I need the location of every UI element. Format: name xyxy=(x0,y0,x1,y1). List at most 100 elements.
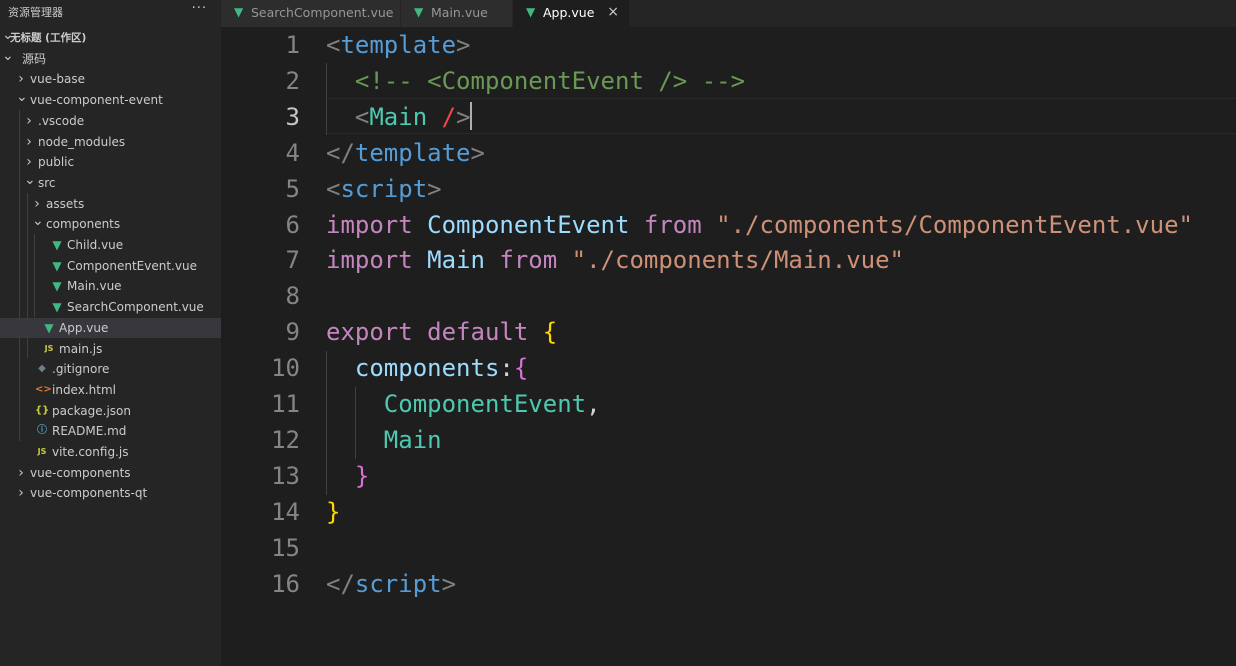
code-line: 2 <!-- <ComponentEvent /> --> xyxy=(221,63,1236,99)
tree-item-label: Child.vue xyxy=(67,238,124,252)
code-token: from xyxy=(499,246,558,275)
line-number: 11 xyxy=(271,390,300,418)
tab-searchcomponent-vue[interactable]: ▼ SearchComponent.vue xyxy=(221,0,401,27)
tree-item-label: vue-components xyxy=(30,465,131,480)
tree-folder[interactable]: › node_modules xyxy=(0,132,221,153)
git-file-icon: ◆ xyxy=(38,363,46,375)
code-token: import xyxy=(326,210,413,239)
tree-file[interactable]: ▼ ComponentEvent.vue xyxy=(0,256,221,277)
tree-folder[interactable]: › vue-base xyxy=(0,69,221,90)
code-line: 3 <Main /> xyxy=(221,99,1236,135)
code-token: { xyxy=(513,354,529,383)
tree-folder[interactable]: › vue-components xyxy=(0,463,221,484)
tree-item-label: package.json xyxy=(52,403,132,418)
tree-folder[interactable]: › public xyxy=(0,152,221,173)
code-token: <!-- <ComponentEvent /> --> xyxy=(354,66,746,95)
chevron-right-icon: › xyxy=(18,485,24,502)
code-token: } xyxy=(326,497,341,526)
ellipsis-icon[interactable]: ··· xyxy=(192,1,207,16)
tree-file[interactable]: <> index.html xyxy=(0,380,221,401)
code-token: from xyxy=(643,210,702,239)
code-line: 15 xyxy=(221,530,1236,566)
code-text: <!-- <ComponentEvent /> --> xyxy=(326,63,745,99)
code-editor[interactable]: 1 <template> 2 <!-- <ComponentEvent /> -->… xyxy=(221,27,1236,666)
tree-folder[interactable]: ⌄ 源码 xyxy=(0,49,221,70)
chevron-down-icon: ⌄ xyxy=(24,171,36,188)
tree-file[interactable]: ▼ Child.vue xyxy=(0,235,221,256)
tree-item-label: README.md xyxy=(52,424,127,439)
tree-file[interactable]: ▼ App.vue xyxy=(0,317,221,339)
tree-item-label: vite.config.js xyxy=(52,445,129,459)
tree-file[interactable]: JS main.js xyxy=(0,339,221,360)
code-token: </ xyxy=(326,138,355,167)
line-number: 1 xyxy=(285,31,300,59)
vue-file-icon: ▼ xyxy=(526,5,536,19)
tab-main-vue[interactable]: ▼ Main.vue xyxy=(401,0,513,27)
tree-item-label: SearchComponent.vue xyxy=(67,300,204,315)
vue-file-icon: ▼ xyxy=(44,320,54,335)
tree-file[interactable]: JS vite.config.js xyxy=(0,442,221,463)
chevron-right-icon: › xyxy=(26,154,32,171)
tree-item-label: ComponentEvent.vue xyxy=(67,258,197,273)
tree-file[interactable]: ▼ SearchComponent.vue xyxy=(0,297,221,318)
tab-app-vue[interactable]: ▼ App.vue × xyxy=(513,0,630,27)
code-token: { xyxy=(542,318,558,347)
code-line: 16 </script> xyxy=(221,566,1236,602)
line-number: 12 xyxy=(271,425,300,454)
tree-file[interactable]: ⓘ README.md xyxy=(0,421,221,442)
tree-folder[interactable]: › .vscode xyxy=(0,111,221,132)
code-text: export default { xyxy=(326,314,557,350)
code-line: 5 <script> xyxy=(221,171,1236,207)
chevron-down-icon: ⌄ xyxy=(32,213,44,230)
code-token: > xyxy=(441,569,457,598)
code-token: / xyxy=(441,102,457,131)
line-number: 9 xyxy=(285,318,300,347)
code-token: template xyxy=(340,31,457,59)
js-file-icon: JS xyxy=(37,447,47,456)
tree-file[interactable]: {} package.json xyxy=(0,401,221,422)
tree-folder[interactable]: ⌄ components xyxy=(0,214,221,235)
code-line: 7 import Main from "./components/Main.vue… xyxy=(221,242,1236,278)
tree-folder[interactable]: › assets xyxy=(0,194,221,215)
vue-file-icon: ▼ xyxy=(414,5,424,19)
code-line: 9 export default { xyxy=(221,314,1236,350)
tab-label: App.vue xyxy=(543,5,595,20)
tree-folder[interactable]: ⌄ 无标题 (工作区) xyxy=(0,28,221,49)
code-token: < xyxy=(354,102,370,131)
tree-item-label: index.html xyxy=(52,382,116,397)
close-icon[interactable]: × xyxy=(607,0,619,25)
tree-file[interactable]: ◆ .gitignore xyxy=(0,359,221,380)
tree-item-label: 无标题 (工作区) xyxy=(10,32,87,44)
line-number: 4 xyxy=(285,138,300,167)
code-text: <Main /> xyxy=(326,99,471,135)
line-number: 8 xyxy=(285,282,300,311)
tree-item-label: node_modules xyxy=(38,134,126,149)
tree-item-label: components xyxy=(46,217,121,232)
tree-item-label: vue-base xyxy=(30,72,86,87)
tree-folder[interactable]: ⌄ src xyxy=(0,173,221,194)
line-number: 7 xyxy=(285,246,300,275)
code-text: <script> xyxy=(326,171,442,207)
code-token: , xyxy=(586,390,601,418)
code-line: 10 components:{ xyxy=(221,350,1236,386)
tree-folder[interactable]: ⌄ vue-component-event xyxy=(0,90,221,111)
code-line: 8 xyxy=(221,278,1236,314)
code-token: script xyxy=(354,569,442,598)
chevron-down-icon: ⌄ xyxy=(2,47,14,64)
code-token: "./components/Main.vue" xyxy=(571,246,904,275)
line-number: 13 xyxy=(271,461,300,490)
line-number: 10 xyxy=(271,354,300,383)
vue-file-icon: ▼ xyxy=(52,258,62,273)
tree-folder[interactable]: › vue-components-qt xyxy=(0,483,221,504)
code-token: "./components/ComponentEvent.vue" xyxy=(716,210,1193,239)
code-token: : xyxy=(499,354,514,383)
code-text: </template> xyxy=(326,135,485,171)
tree-file[interactable]: ▼ Main.vue xyxy=(0,276,221,297)
code-line: 1 <template> xyxy=(221,27,1236,63)
code-token: Main xyxy=(383,425,442,454)
